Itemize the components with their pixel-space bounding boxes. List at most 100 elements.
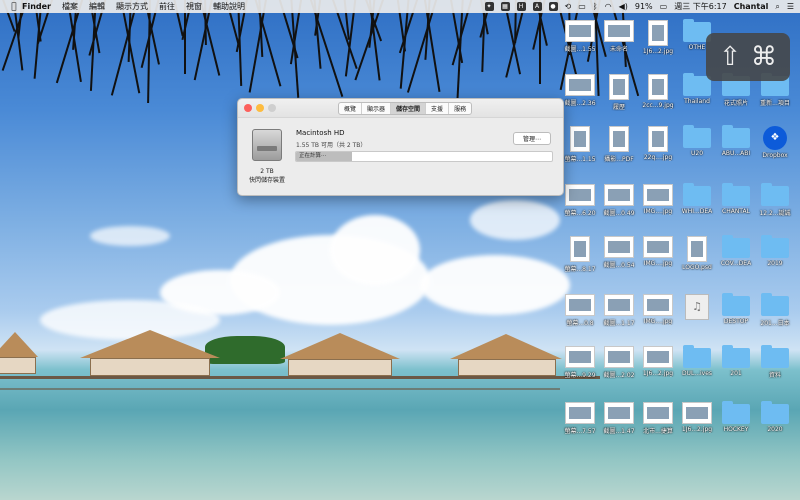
desktop-icon[interactable]: 攝影...PDF [599,126,639,163]
desktop-icon[interactable]: U20 [677,125,717,157]
menu-help[interactable]: 輔助說明 [213,1,245,12]
desktop-icon[interactable]: 螢幕...6.20 [560,184,600,217]
desktop-icon-label: 資料 [768,372,781,379]
menu-edit[interactable]: 編輯 [89,1,105,12]
desktop-icon[interactable]: 22q....jpg [638,126,678,161]
desktop-icon[interactable]: DUL...ives [677,345,717,377]
desktop-icon[interactable]: 2019 [755,235,795,267]
desktop-icon-label: IMG....jpg [643,318,673,325]
file-thumbnail-icon [565,402,595,424]
desktop-icon[interactable]: 截圖...0.54 [599,236,639,269]
close-button[interactable] [244,104,252,112]
desktop-icon[interactable]: 1J6...2.jpg [638,20,678,55]
folder-icon [761,293,789,316]
desktop-icon[interactable]: 2020 [755,401,795,433]
desktop-icon[interactable]: 螢幕...7.57 [560,402,600,435]
desktop-icon-label: LOGO.psd [682,264,712,271]
command-key-icon: ⌘ [750,42,777,72]
grid-status-icon[interactable]: ▦ [500,2,510,11]
desktop-icon-label: 螢幕...0.8 [566,320,594,327]
desktop-icon[interactable]: 截圖...0.49 [599,184,639,217]
menu-clock[interactable]: 週三 下午6:17 [674,1,727,12]
desktop-icon[interactable]: 截圖...1.55 [560,20,600,53]
manage-button[interactable]: 管理⋯ [512,132,551,145]
menu-view[interactable]: 顯示方式 [116,1,148,12]
search-icon[interactable]: ⌕ [775,2,779,12]
tab-service[interactable]: 服務 [449,103,471,114]
folder-icon [722,125,750,148]
tab-support[interactable]: 支援 [426,103,450,114]
desktop-icon[interactable]: 201 [716,345,756,377]
wifi-icon[interactable]: ◠ [605,2,612,11]
file-thumbnail-icon [570,236,590,262]
battery-icon[interactable]: ▭ [660,2,668,11]
desktop-icon[interactable]: 北市...捷算 [638,402,678,435]
desktop-icon[interactable]: IMG....jpg [638,236,678,267]
time-machine-icon[interactable]: ⟲ [565,2,572,11]
desktop-icon[interactable]: 螢幕...1.15 [560,126,600,163]
desktop-icon-label: 截圖...1.47 [603,428,635,435]
menu-file[interactable]: 檔案 [62,1,78,12]
notification-center-icon[interactable]: ☰ [787,2,794,11]
desktop-icon[interactable]: ABU...ABI [716,125,756,157]
file-thumbnail-icon [565,346,595,368]
minimize-button[interactable] [256,104,264,112]
disk-caption: 2 TB 快閃儲存裝置 [244,167,290,185]
menu-window[interactable]: 視窗 [186,1,202,12]
desktop-icon[interactable]: 資料 [755,345,795,379]
desktop-icon[interactable]: COV...DEA [716,235,756,267]
desktop-icon[interactable]: 截圖...1.47 [599,402,639,435]
apple-menu-icon[interactable]:  [6,2,22,12]
desktop-icon-label: 截圖...2.36 [564,100,596,107]
desktop-icon-label: 201...日本 [760,320,790,327]
file-thumbnail-icon [643,184,673,206]
desktop-icon[interactable]: 螢幕...9.29 [560,346,600,379]
h-status-icon[interactable]: H [516,2,526,11]
tab-displays[interactable]: 顯示器 [362,103,392,114]
desktop-icon-label: ABU...ABI [721,150,751,157]
tab-overview[interactable]: 概覽 [339,103,363,114]
tab-storage[interactable]: 儲存空間 [391,103,427,114]
window-titlebar[interactable]: 概覽 顯示器 儲存空間 支援 服務 [238,99,563,118]
desktop-icon[interactable]: HOCKEY [716,401,756,433]
menu-user[interactable]: Chantal [734,2,769,11]
desktop-icon[interactable]: 1J6...2.jpg [638,346,678,377]
desktop-icon[interactable]: 未命名 [599,20,639,53]
bluetooth-icon[interactable]: ᛒ [593,2,598,11]
desktop-icon-label: 履歷 [612,104,625,111]
pier [0,388,560,390]
desktop-icon[interactable]: 履歷 [599,74,639,111]
desktop-icon-label: 2cc...9.jpg [642,102,674,109]
desktop-icon[interactable]: 截圖...2.36 [560,74,600,107]
desktop-icon[interactable]: 截圖...1.17 [599,294,639,327]
desktop-icon[interactable]: 201...日本 [755,293,795,327]
desktop-icon[interactable]: ♫ [677,294,717,322]
desktop-icon[interactable]: WHI...DEA [677,183,717,215]
file-thumbnail-icon [648,74,668,100]
desktop-icon-label: 重新...項目 [760,100,790,107]
dropbox-status-icon[interactable]: ✦ [484,2,494,11]
desktop-icon[interactable]: DESTOP [716,293,756,325]
folder-icon [761,401,789,424]
desktop-icon[interactable]: 截圖...2.02 [599,346,639,379]
screen-status-icon[interactable]: ▭ [578,2,586,11]
desktop-icon[interactable]: ❖ Dropbox [755,126,795,159]
desktop-icon[interactable]: 螢幕...0.8 [560,294,600,327]
menu-go[interactable]: 前往 [159,1,175,12]
menu-app-finder[interactable]: Finder [22,2,51,11]
menu-bar:  Finder 檔案 編輯 顯示方式 前往 視窗 輔助說明 ✦ ▦ H A ●… [0,0,800,13]
adobe-status-icon[interactable]: A [532,2,542,11]
desktop-icon[interactable]: IMG....jpg [638,294,678,325]
desktop-icon[interactable]: LOGO.psd [677,236,717,271]
desktop-icon[interactable]: 螢幕...8.17 [560,236,600,273]
desktop-icon[interactable]: 1J6...2.jpg [677,402,717,433]
about-this-mac-window: 概覽 顯示器 儲存空間 支援 服務 2 TB 快閃儲存裝置 Macintosh … [237,98,564,196]
desktop-icon[interactable]: 2cc...9.jpg [638,74,678,109]
record-status-icon[interactable]: ● [548,2,558,11]
battery-percent[interactable]: 91% [635,2,653,11]
zoom-button[interactable] [268,104,276,112]
volume-icon[interactable]: ◀) [619,2,628,11]
desktop-icon[interactable]: IMG....jpg [638,184,678,215]
desktop-icon[interactable]: CHANTAL [716,183,756,215]
desktop-icon[interactable]: 12.2...誕誠 [755,183,795,217]
